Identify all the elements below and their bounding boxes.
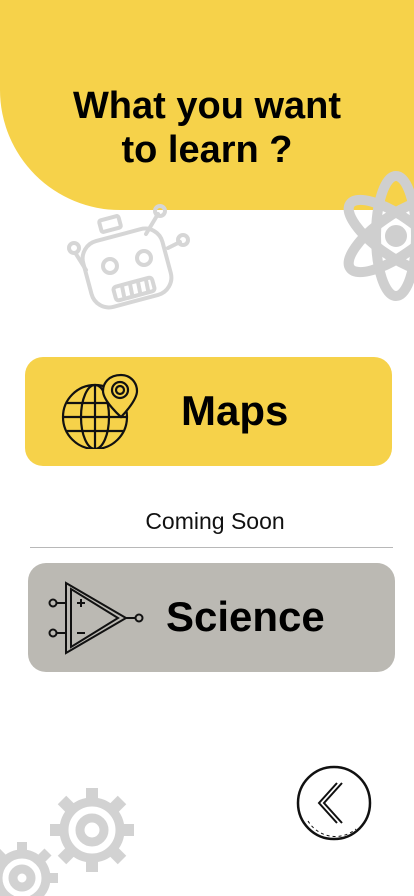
robot-icon: [67, 204, 190, 310]
coming-soon-label: Coming Soon: [145, 508, 285, 534]
globe-location-icon: [61, 373, 139, 449]
chevron-left-icon: [317, 782, 343, 824]
science-card[interactable]: Science: [28, 563, 395, 672]
back-button[interactable]: [296, 765, 372, 841]
divider: [30, 547, 393, 548]
science-label: Science: [166, 593, 325, 640]
op-amp-icon: [48, 581, 144, 655]
maps-card[interactable]: Maps: [25, 357, 392, 466]
page-title-line-1: What you want: [72, 85, 342, 127]
maps-label: Maps: [181, 387, 289, 434]
gear-icon: [0, 788, 134, 896]
page-title: What you want to learn ?: [0, 84, 414, 172]
atom-icon: [343, 171, 414, 301]
page-title-line-2: to learn ?: [121, 129, 293, 171]
